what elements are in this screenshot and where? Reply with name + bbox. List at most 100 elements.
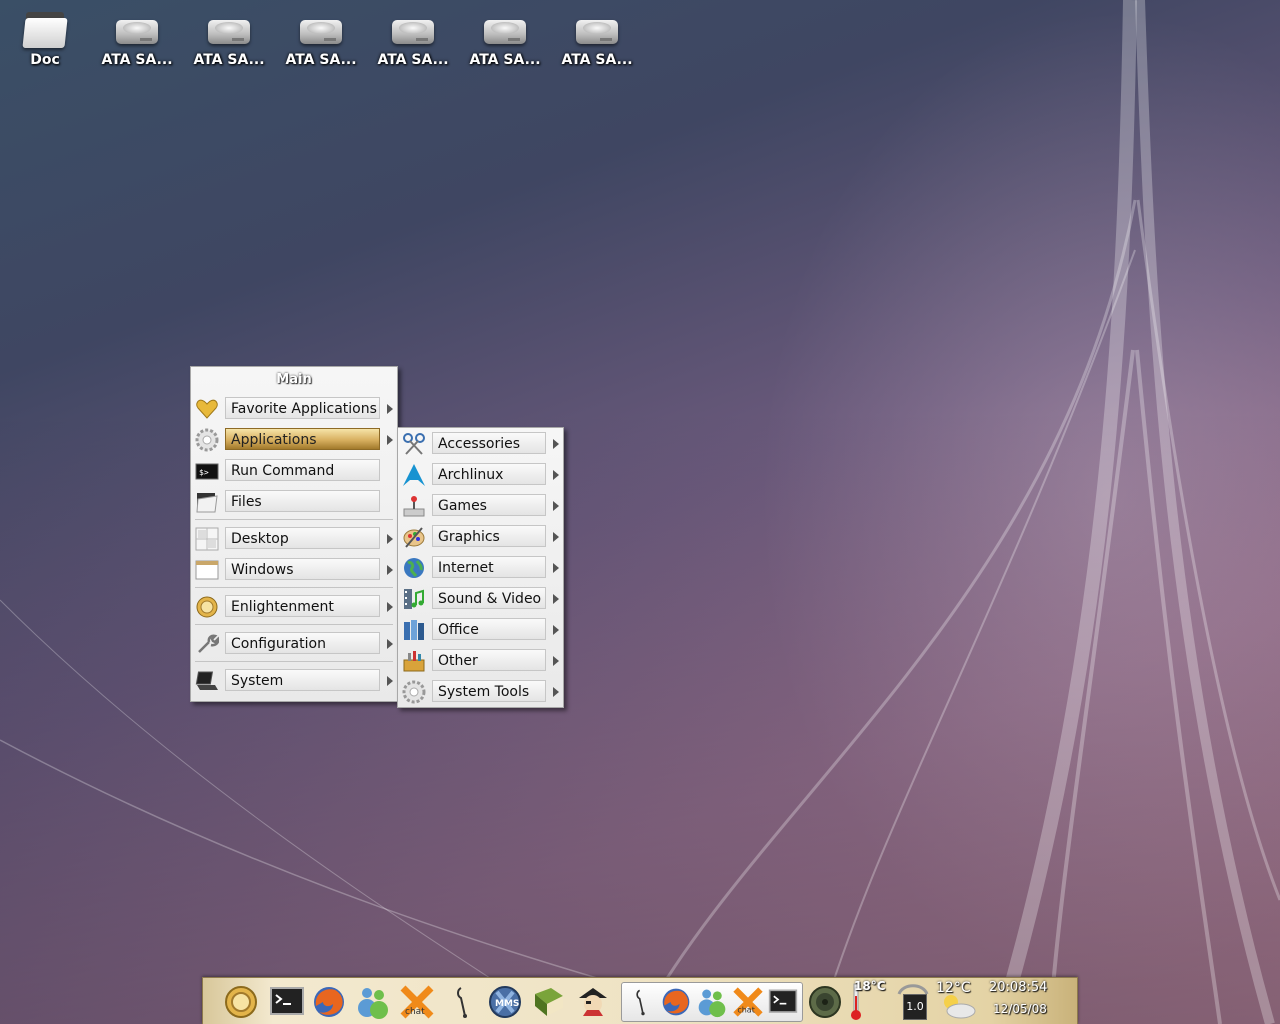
weather-cloud-sun-icon bbox=[944, 995, 976, 1019]
desktop-icon-label: ATA SA... bbox=[377, 52, 449, 68]
menu-item-label: Graphics bbox=[432, 525, 546, 547]
menu-item-files[interactable]: Files bbox=[191, 486, 397, 517]
terminal-icon[interactable] bbox=[768, 986, 798, 1018]
desktop-icon-label: ATA SA... bbox=[285, 52, 357, 68]
mms-icon[interactable]: MMS bbox=[487, 984, 523, 1020]
desktop-icon-drive-3[interactable]: ATA SA... bbox=[279, 8, 363, 68]
taskbar: chat MMS chat 18°C 1.0 12°C 20:08:54 12/… bbox=[202, 977, 1078, 1024]
desktop-icon-doc[interactable]: Doc bbox=[3, 8, 87, 68]
book-icon[interactable] bbox=[531, 984, 567, 1020]
menu-item-office[interactable]: Office bbox=[398, 614, 563, 645]
gear-icon bbox=[195, 428, 219, 452]
desktop-icon-label: ATA SA... bbox=[561, 52, 633, 68]
menu-item-sound-video[interactable]: Sound & Video bbox=[398, 583, 563, 614]
globe-icon bbox=[404, 558, 424, 578]
menu-item-label: Files bbox=[225, 490, 380, 512]
hard-drive-icon bbox=[576, 14, 618, 48]
laptop-icon bbox=[195, 671, 218, 690]
desktop-icon-drive-6[interactable]: ATA SA... bbox=[555, 8, 639, 68]
menu-item-label: Other bbox=[432, 649, 546, 671]
desktop-icon-drive-2[interactable]: ATA SA... bbox=[187, 8, 271, 68]
hard-drive-icon bbox=[392, 14, 434, 48]
submenu-arrow-icon bbox=[553, 563, 559, 573]
scissors-icon bbox=[403, 433, 425, 455]
folder-icon bbox=[196, 493, 218, 513]
menu-item-configuration[interactable]: Configuration bbox=[191, 628, 397, 659]
menu-item-accessories[interactable]: Accessories bbox=[398, 428, 563, 459]
menu-item-windows[interactable]: Windows bbox=[191, 554, 397, 585]
menu-item-applications[interactable]: Applications bbox=[191, 424, 397, 455]
desktop-icon-drive-5[interactable]: ATA SA... bbox=[463, 8, 547, 68]
cpu-value: 1.0 bbox=[903, 994, 927, 1020]
menu-item-other[interactable]: Other bbox=[398, 645, 563, 676]
clock-time[interactable]: 20:08:54 bbox=[989, 980, 1047, 995]
palette-icon bbox=[403, 527, 425, 548]
svg-text:$>: $> bbox=[199, 468, 209, 477]
submenu-arrow-icon bbox=[387, 435, 393, 445]
menu-item-label: Office bbox=[432, 618, 546, 640]
speaker-icon[interactable] bbox=[807, 984, 843, 1020]
xchat-icon[interactable]: chat bbox=[399, 984, 435, 1020]
submenu-arrow-icon bbox=[387, 534, 393, 544]
menu-item-archlinux[interactable]: Archlinux bbox=[398, 459, 563, 490]
menu-item-label: Accessories bbox=[432, 432, 546, 454]
submenu-arrow-icon bbox=[387, 404, 393, 414]
clock-date[interactable]: 12/05/08 bbox=[993, 1002, 1047, 1016]
enlightenment-icon bbox=[196, 596, 218, 618]
messenger-icon[interactable] bbox=[355, 984, 391, 1020]
menu-item-desktop[interactable]: Desktop bbox=[191, 523, 397, 554]
desktop-icon-label: ATA SA... bbox=[469, 52, 541, 68]
menu-item-label: Games bbox=[432, 494, 546, 516]
office-icon bbox=[404, 620, 424, 640]
desktop-icon-drive-4[interactable]: ATA SA... bbox=[371, 8, 455, 68]
menu-item-label: Sound & Video bbox=[432, 587, 546, 609]
main-menu: Main Favorite Applications Applications … bbox=[190, 366, 398, 702]
hard-drive-icon bbox=[208, 14, 250, 48]
menu-item-label: Desktop bbox=[225, 527, 380, 549]
submenu-arrow-icon bbox=[553, 532, 559, 542]
submenu-arrow-icon bbox=[553, 656, 559, 666]
submenu-arrow-icon bbox=[553, 625, 559, 635]
firefox-icon[interactable] bbox=[311, 984, 347, 1020]
temperature-readout: 18°C bbox=[854, 979, 886, 993]
desktop-icon-label: ATA SA... bbox=[101, 52, 173, 68]
window-icon bbox=[195, 560, 219, 580]
menu-item-internet[interactable]: Internet bbox=[398, 552, 563, 583]
audio-player-icon[interactable] bbox=[628, 986, 658, 1018]
desktop-icon-label: Doc bbox=[30, 52, 60, 68]
terminal-icon[interactable] bbox=[269, 984, 305, 1020]
joystick-icon bbox=[403, 496, 425, 517]
firefox-icon[interactable] bbox=[660, 986, 692, 1018]
menu-item-favorite-applications[interactable]: Favorite Applications bbox=[191, 393, 397, 424]
heart-icon bbox=[196, 399, 218, 419]
svg-text:chat: chat bbox=[737, 1006, 755, 1015]
menu-item-label: Internet bbox=[432, 556, 546, 578]
cpu-monitor[interactable]: 1.0 bbox=[897, 980, 929, 1022]
pager[interactable]: chat bbox=[621, 982, 803, 1022]
enlightenment-start-icon[interactable] bbox=[223, 984, 259, 1020]
submenu-arrow-icon bbox=[387, 676, 393, 686]
svg-text:MMS: MMS bbox=[495, 999, 519, 1009]
menu-item-enlightenment[interactable]: Enlightenment bbox=[191, 591, 397, 622]
pirate-icon[interactable] bbox=[575, 984, 611, 1020]
desktop-icon-drive-1[interactable]: ATA SA... bbox=[95, 8, 179, 68]
gear-icon bbox=[402, 680, 426, 704]
menu-item-system-tools[interactable]: System Tools bbox=[398, 676, 563, 707]
messenger-icon[interactable] bbox=[696, 986, 728, 1018]
terminal-icon: $> bbox=[195, 463, 219, 480]
audio-player-icon[interactable] bbox=[447, 984, 483, 1020]
submenu-arrow-icon bbox=[553, 687, 559, 697]
folder-icon bbox=[22, 10, 68, 48]
menu-item-graphics[interactable]: Graphics bbox=[398, 521, 563, 552]
menu-item-system[interactable]: System bbox=[191, 665, 397, 696]
gauge-icon bbox=[897, 984, 929, 995]
xchat-icon[interactable]: chat bbox=[732, 986, 764, 1018]
toolbox-icon bbox=[403, 651, 425, 672]
music-film-icon bbox=[404, 589, 424, 609]
submenu-arrow-icon bbox=[387, 602, 393, 612]
hard-drive-icon bbox=[300, 14, 342, 48]
menu-item-games[interactable]: Games bbox=[398, 490, 563, 521]
menu-item-label: Archlinux bbox=[432, 463, 546, 485]
menu-item-run-command[interactable]: $> Run Command bbox=[191, 455, 397, 486]
submenu-arrow-icon bbox=[387, 639, 393, 649]
